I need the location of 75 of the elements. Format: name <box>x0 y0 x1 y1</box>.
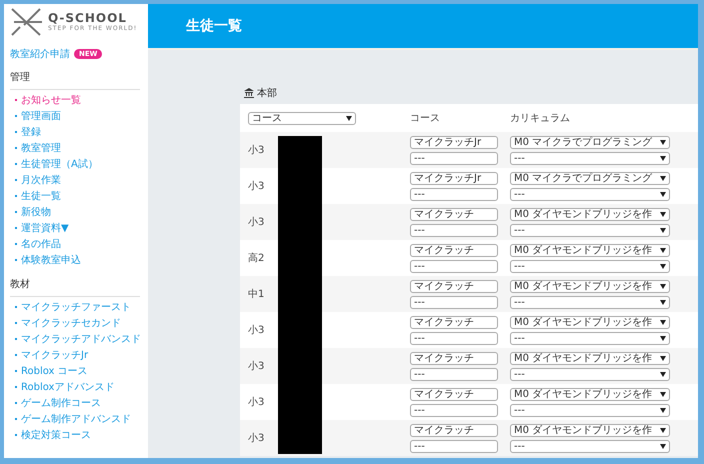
caret-icon <box>660 140 666 144</box>
grade-cell-text: 小3 <box>248 216 266 229</box>
dropdown[interactable]: M0 マイクラでプログラミング <box>510 172 670 184</box>
dropdown[interactable]: M0 ダイヤモンドブリッジを作 <box>510 280 670 292</box>
building-icon <box>244 88 254 98</box>
logo-icon <box>10 7 44 37</box>
dropdown[interactable]: --- <box>510 404 670 416</box>
page-title: 生徒一覧 <box>186 17 242 35</box>
text-field[interactable]: マイクラッチ <box>410 244 498 256</box>
grade-cell-text: 小3 <box>248 360 266 373</box>
text-field[interactable]: --- <box>410 368 498 380</box>
caret-icon <box>660 192 666 196</box>
text-field[interactable]: マイクラッチ <box>410 352 498 364</box>
text-field[interactable]: マイクラッチJr <box>410 172 498 184</box>
dropdown[interactable]: --- <box>510 296 670 308</box>
column-header: カリキュラム <box>510 112 571 125</box>
dropdown[interactable]: --- <box>510 368 670 380</box>
dropdown[interactable]: M0 マイクラでプログラミング <box>510 136 670 148</box>
grade-cell-text: 小3 <box>248 324 266 337</box>
text-field[interactable]: --- <box>410 440 498 452</box>
dropdown[interactable]: --- <box>510 332 670 344</box>
dropdown[interactable]: コース <box>248 112 356 124</box>
caret-icon <box>660 428 666 432</box>
grade-cell-text: 高2 <box>248 252 266 265</box>
caret-icon <box>660 264 666 268</box>
grade-cell-text: 小3 <box>248 180 266 193</box>
sidebar-item[interactable]: お知らせ一覧 <box>10 93 148 109</box>
text-field[interactable]: --- <box>410 152 498 164</box>
caret-icon <box>660 300 666 304</box>
caret-icon <box>660 408 666 412</box>
text-field[interactable]: --- <box>410 332 498 344</box>
text-field[interactable]: --- <box>410 404 498 416</box>
caret-icon <box>660 176 666 180</box>
caret-icon <box>660 320 666 324</box>
dropdown[interactable]: --- <box>510 260 670 272</box>
dropdown[interactable]: M0 ダイヤモンドブリッジを作 <box>510 316 670 328</box>
dropdown[interactable]: --- <box>510 224 670 236</box>
dropdown[interactable]: M0 ダイヤモンドブリッジを作 <box>510 244 670 256</box>
panel-title: 本部 <box>257 86 277 100</box>
caret-icon <box>660 156 666 160</box>
text-field[interactable]: マイクラッチJr <box>410 136 498 148</box>
caret-icon <box>660 248 666 252</box>
column-header: コース <box>410 112 441 125</box>
dropdown[interactable]: M0 ダイヤモンドブリッジを作 <box>510 424 670 436</box>
caret-icon <box>660 372 666 376</box>
text-field[interactable]: --- <box>410 224 498 236</box>
dropdown[interactable]: M0 ダイヤモンドブリッジを作 <box>510 352 670 364</box>
dropdown[interactable]: --- <box>510 440 670 452</box>
text-field[interactable]: マイクラッチ <box>410 316 498 328</box>
section-title: 教材 <box>10 277 140 297</box>
text-field[interactable]: マイクラッチ <box>410 280 498 292</box>
grade-cell-text: 中1 <box>248 288 266 301</box>
text-field[interactable]: --- <box>410 260 498 272</box>
caret-icon <box>660 212 666 216</box>
grade-cell-text: 小3 <box>248 144 266 157</box>
caret-icon <box>346 116 352 120</box>
dropdown[interactable]: --- <box>510 188 670 200</box>
grade-cell-text: 小3 <box>248 396 266 409</box>
section-title: 管理 <box>10 70 140 90</box>
dropdown[interactable]: --- <box>510 152 670 164</box>
caret-icon <box>660 336 666 340</box>
caret-icon <box>660 356 666 360</box>
text-field[interactable]: マイクラッチ <box>410 424 498 436</box>
logo-text: Q-SCHOOL <box>48 12 127 25</box>
text-field[interactable]: --- <box>410 188 498 200</box>
caret-icon <box>660 284 666 288</box>
text-field[interactable]: マイクラッチ <box>410 208 498 220</box>
caret-icon <box>660 392 666 396</box>
caret-icon <box>660 228 666 232</box>
dropdown[interactable]: M0 ダイヤモンドブリッジを作 <box>510 208 670 220</box>
text-field[interactable]: --- <box>410 296 498 308</box>
text-field[interactable]: マイクラッチ <box>410 388 498 400</box>
caret-icon <box>660 444 666 448</box>
dropdown[interactable]: M0 ダイヤモンドブリッジを作 <box>510 388 670 400</box>
grade-cell-text: 小3 <box>248 432 266 445</box>
